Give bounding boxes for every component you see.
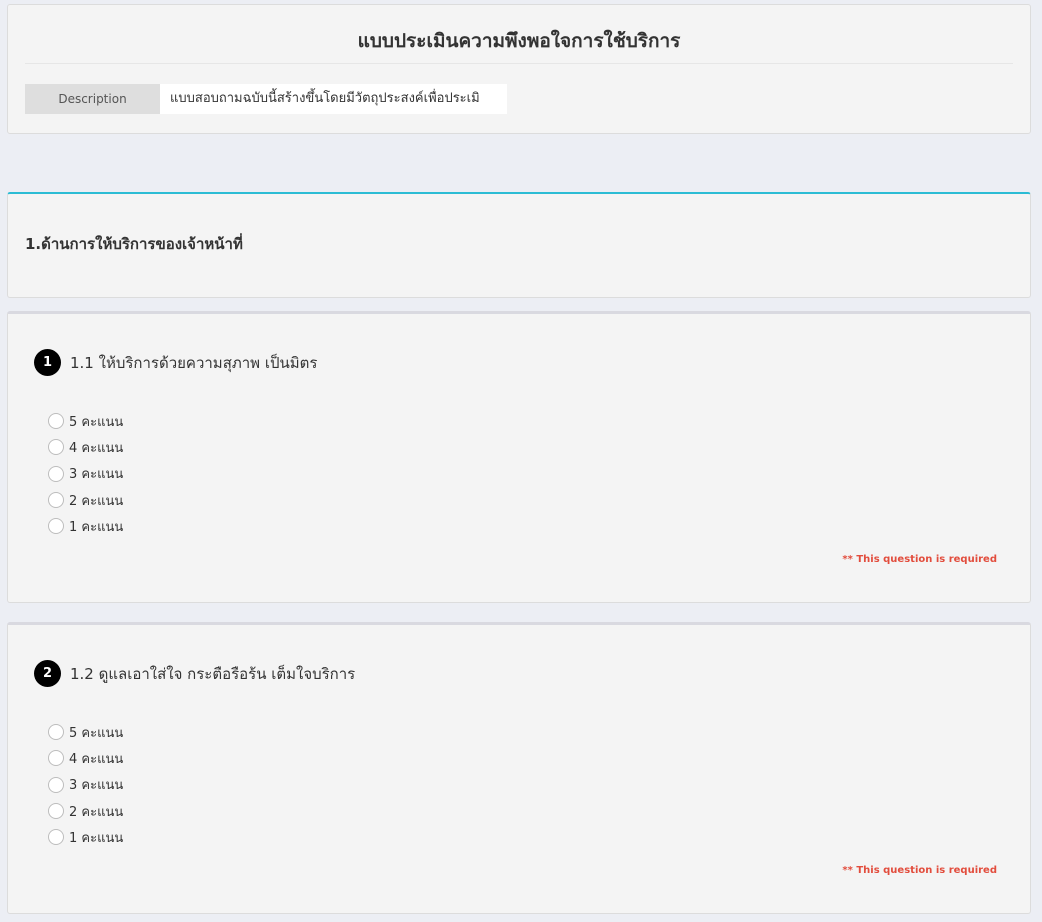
description-field[interactable]: แบบสอบถามฉบับนี้สร้างขึ้นโดยมีวัตถุประสง… <box>160 84 507 114</box>
radio-option-label[interactable]: 5 คะแนน <box>69 411 123 432</box>
radio-option-label[interactable]: 2 คะแนน <box>69 801 123 822</box>
radio-button[interactable] <box>48 724 64 741</box>
question-header: 2 1.2 ดูแลเอาใส่ใจ กระตือรือร้น เต็มใจบร… <box>34 660 355 687</box>
radio-button[interactable] <box>48 803 64 820</box>
question-number-badge: 2 <box>34 660 61 687</box>
radio-option[interactable]: 4 คะแนน <box>48 745 123 771</box>
radio-option[interactable]: 5 คะแนน <box>48 408 123 434</box>
radio-option[interactable]: 1 คะแนน <box>48 824 123 850</box>
radio-button[interactable] <box>48 829 64 846</box>
radio-option[interactable]: 5 คะแนน <box>48 719 123 745</box>
description-row: Description แบบสอบถามฉบับนี้สร้างขึ้นโดย… <box>25 84 507 114</box>
required-warning: ** This question is required <box>842 554 997 565</box>
radio-group: 5 คะแนน 4 คะแนน 3 คะแนน 2 คะแนน 1 คะแนน <box>48 719 123 850</box>
radio-option[interactable]: 3 คะแนน <box>48 772 123 798</box>
question-number-badge: 1 <box>34 349 61 376</box>
radio-group: 5 คะแนน 4 คะแนน 3 คะแนน 2 คะแนน 1 คะแนน <box>48 408 123 539</box>
section-title: 1.ด้านการให้บริการของเจ้าหน้าที่ <box>25 235 243 253</box>
section-panel: 1.ด้านการให้บริการของเจ้าหน้าที่ <box>7 192 1031 298</box>
radio-button[interactable] <box>48 750 64 767</box>
radio-button[interactable] <box>48 465 64 482</box>
radio-option-label[interactable]: 3 คะแนน <box>69 463 123 484</box>
question-card-2: 2 1.2 ดูแลเอาใส่ใจ กระตือรือร้น เต็มใจบร… <box>7 622 1031 914</box>
radio-button[interactable] <box>48 413 64 430</box>
radio-option-label[interactable]: 5 คะแนน <box>69 722 123 743</box>
radio-option[interactable]: 4 คะแนน <box>48 434 123 460</box>
radio-button[interactable] <box>48 492 64 509</box>
radio-button[interactable] <box>48 776 64 793</box>
radio-option-label[interactable]: 1 คะแนน <box>69 827 123 848</box>
radio-option[interactable]: 1 คะแนน <box>48 513 123 539</box>
question-header: 1 1.1 ให้บริการด้วยความสุภาพ เป็นมิตร <box>34 349 317 376</box>
radio-option-label[interactable]: 4 คะแนน <box>69 748 123 769</box>
radio-option[interactable]: 2 คะแนน <box>48 798 123 824</box>
description-label: Description <box>25 84 160 114</box>
radio-button[interactable] <box>48 439 64 456</box>
required-warning: ** This question is required <box>842 865 997 876</box>
form-title: แบบประเมินความพึงพอใจการใช้บริการ <box>25 29 1013 64</box>
question-text: 1.1 ให้บริการด้วยความสุภาพ เป็นมิตร <box>70 353 318 372</box>
form-header-panel: แบบประเมินความพึงพอใจการใช้บริการ Descri… <box>7 4 1031 134</box>
question-card-1: 1 1.1 ให้บริการด้วยความสุภาพ เป็นมิตร 5 … <box>7 311 1031 603</box>
radio-option-label[interactable]: 2 คะแนน <box>69 490 123 511</box>
radio-option-label[interactable]: 1 คะแนน <box>69 516 123 537</box>
radio-option-label[interactable]: 4 คะแนน <box>69 437 123 458</box>
question-text: 1.2 ดูแลเอาใส่ใจ กระตือรือร้น เต็มใจบริก… <box>70 664 356 683</box>
radio-option-label[interactable]: 3 คะแนน <box>69 774 123 795</box>
radio-option[interactable]: 2 คะแนน <box>48 487 123 513</box>
radio-option[interactable]: 3 คะแนน <box>48 461 123 487</box>
radio-button[interactable] <box>48 518 64 535</box>
